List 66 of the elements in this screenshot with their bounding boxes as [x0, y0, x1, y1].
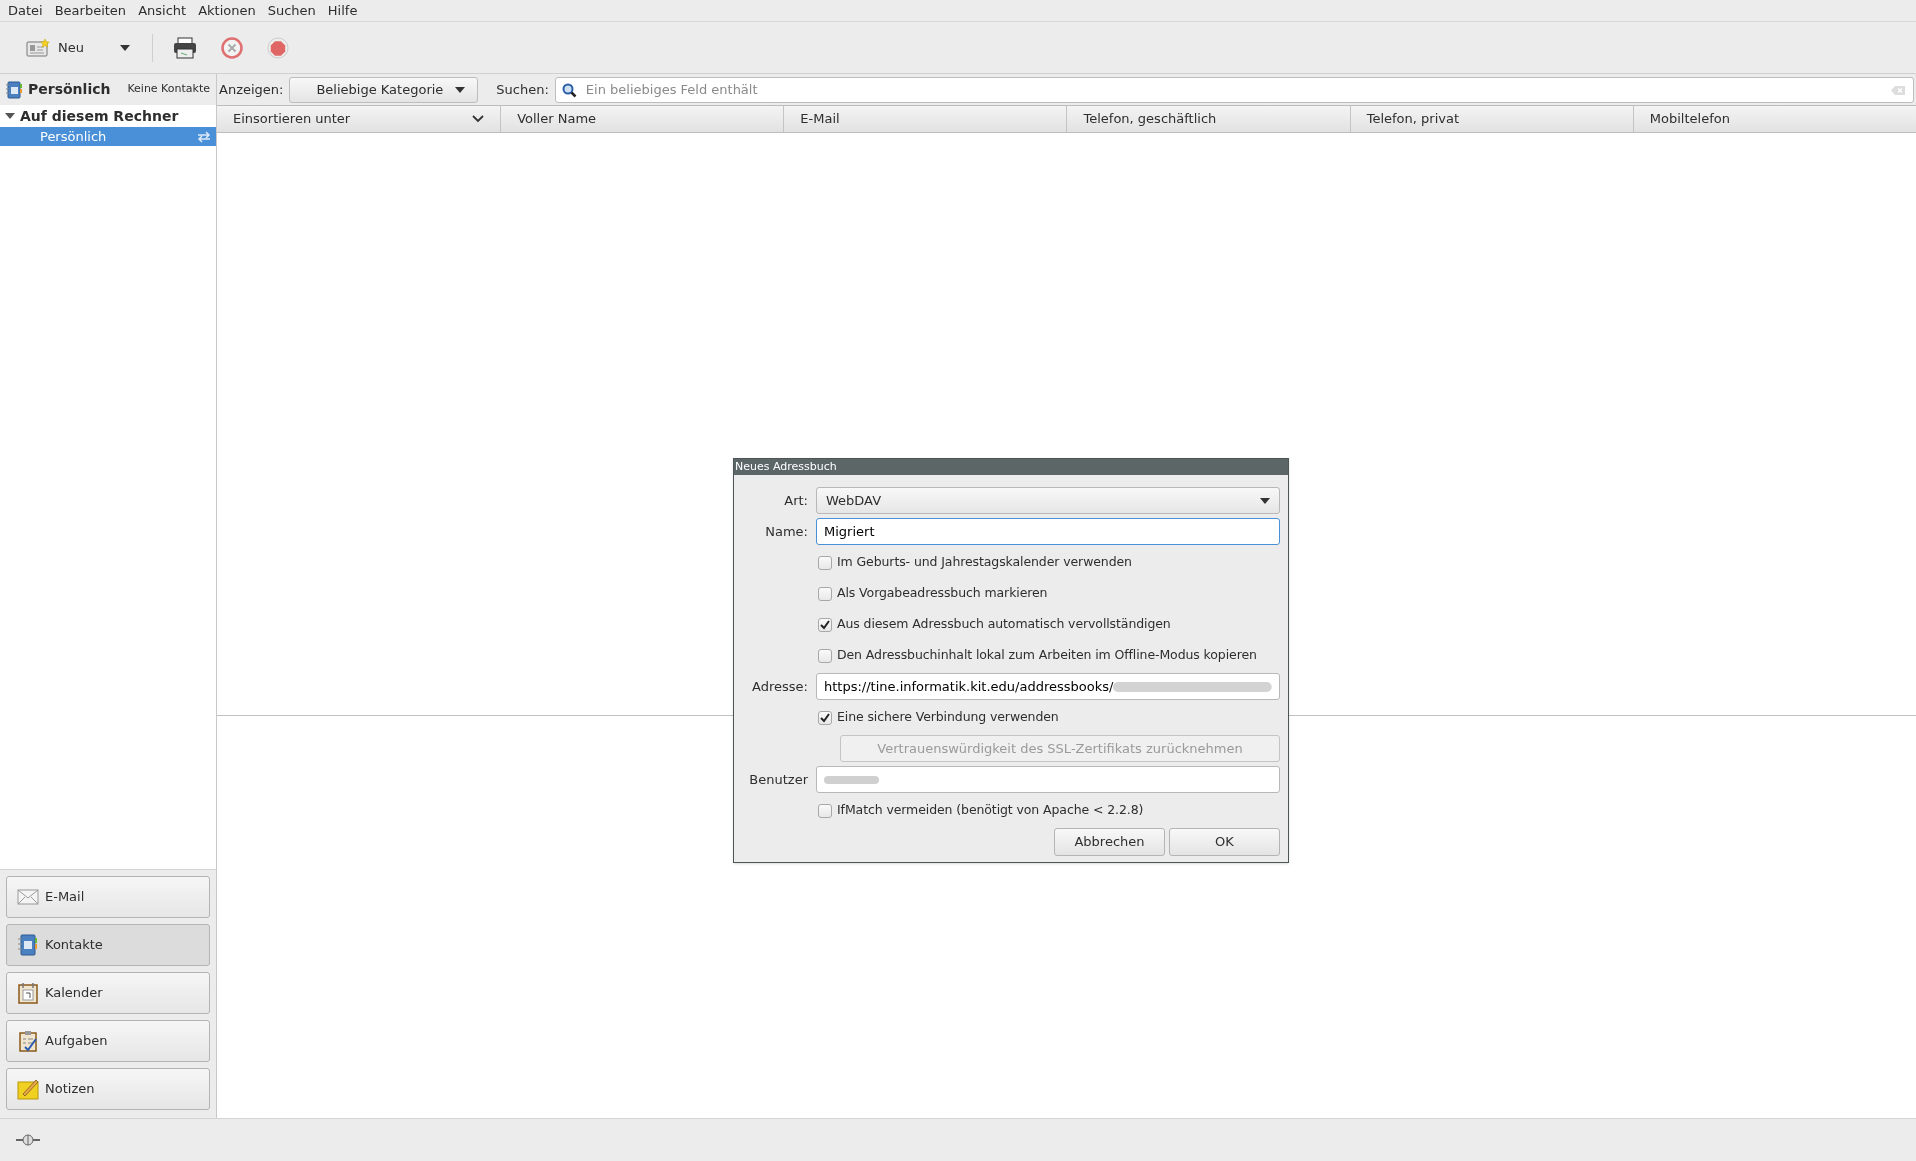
checkbox[interactable]: [818, 710, 832, 725]
checkbox-label[interactable]: Als Vorgabeadressbuch markieren: [837, 584, 1048, 603]
address-field[interactable]: https://tine.informatik.kit.edu/addressbooks/: [816, 673, 1280, 700]
tree-item[interactable]: Auf diesem Rechner: [20, 105, 179, 127]
dialog-button[interactable]: OK: [1169, 828, 1280, 856]
nav-button[interactable]: E-Mail: [6, 876, 210, 918]
menu-item[interactable]: Suchen: [261, 0, 322, 21]
menu-item[interactable]: Hilfe: [321, 0, 364, 21]
delete-icon[interactable]: [220, 36, 243, 59]
field-label: Adresse:: [751, 677, 808, 696]
search-label: Suchen:: [496, 80, 549, 99]
type-dropdown[interactable]: WebDAV: [816, 487, 1280, 514]
sync-arrows-icon: [196, 130, 212, 143]
address-book-icon: [17, 934, 39, 956]
chevron-down-icon: [472, 115, 485, 123]
filter-label: Anzeigen:: [219, 80, 284, 99]
column-header[interactable]: Voller Name: [500, 106, 784, 132]
field-label: Name:: [764, 522, 808, 541]
calendar-icon: [17, 982, 39, 1004]
checkbox[interactable]: [818, 555, 832, 570]
contact-count: Keine Kontakte: [127, 81, 210, 98]
address-book-icon: [6, 80, 22, 99]
stop-icon[interactable]: [266, 36, 289, 59]
field-label: Art:: [783, 491, 808, 510]
checkbox[interactable]: [818, 803, 832, 818]
menu-item[interactable]: Bearbeiten: [48, 0, 133, 21]
field-label: Benutzer: [748, 770, 808, 789]
dropdown-arrow-icon: [455, 86, 466, 93]
menu-item[interactable]: Datei: [2, 0, 49, 21]
menu-item[interactable]: Aktionen: [192, 0, 262, 21]
print-icon[interactable]: [172, 36, 197, 59]
dropdown-arrow-icon[interactable]: [117, 43, 132, 52]
clipboard-check-icon: [17, 1030, 39, 1052]
column-header[interactable]: Einsortieren unter: [217, 106, 501, 132]
nav-button[interactable]: Notizen: [6, 1068, 210, 1110]
checkbox-label[interactable]: Aus diesem Adressbuch automatisch vervollständigen: [837, 615, 1171, 634]
search-icon: [561, 82, 577, 98]
nav-button[interactable]: Aufgaben: [6, 1020, 210, 1062]
dialog-button[interactable]: Abbrechen: [1054, 828, 1165, 856]
menu-item[interactable]: Ansicht: [132, 0, 193, 21]
checkbox-label[interactable]: Den Adressbuchinhalt lokal zum Arbeiten im Offline-Modus kopieren: [837, 646, 1257, 665]
search-field[interactable]: Ein beliebiges Feld enthält: [554, 76, 1914, 103]
connection-status-icon[interactable]: [16, 1134, 40, 1146]
checkbox-label[interactable]: IfMatch vermeiden (benötigt von Apache < 2.2.8): [837, 801, 1144, 820]
dropdown-arrow-icon: [1260, 497, 1270, 504]
nav-button[interactable]: Kalender: [6, 972, 210, 1014]
blurred-redaction-drawing: [824, 773, 879, 786]
address-book-title: Persönlich: [28, 80, 111, 99]
new-button[interactable]: Neu: [18, 30, 92, 65]
checkbox-label[interactable]: Eine sichere Verbindung verwenden: [837, 708, 1059, 727]
checkbox[interactable]: [818, 648, 832, 663]
envelope-icon: [17, 886, 39, 908]
column-header[interactable]: Telefon, privat: [1349, 106, 1633, 132]
category-dropdown[interactable]: Beliebige Kategorie: [289, 76, 479, 103]
nav-button[interactable]: Kontakte: [6, 924, 210, 966]
name-field[interactable]: Migriert: [816, 518, 1280, 545]
column-header[interactable]: Mobiltelefon: [1632, 106, 1916, 132]
checkbox[interactable]: [818, 586, 832, 601]
column-header[interactable]: Telefon, geschäftlich: [1066, 106, 1350, 132]
dialog-title: Neues Adressbuch: [734, 459, 1288, 475]
checkbox[interactable]: [818, 617, 832, 632]
checkbox-label[interactable]: Im Geburts- und Jahrestagskalender verwenden: [837, 553, 1132, 572]
notepad-pencil-icon: [17, 1078, 39, 1100]
user-field[interactable]: [816, 766, 1280, 793]
column-header[interactable]: E-Mail: [783, 106, 1067, 132]
contact-card-icon: [26, 38, 50, 57]
